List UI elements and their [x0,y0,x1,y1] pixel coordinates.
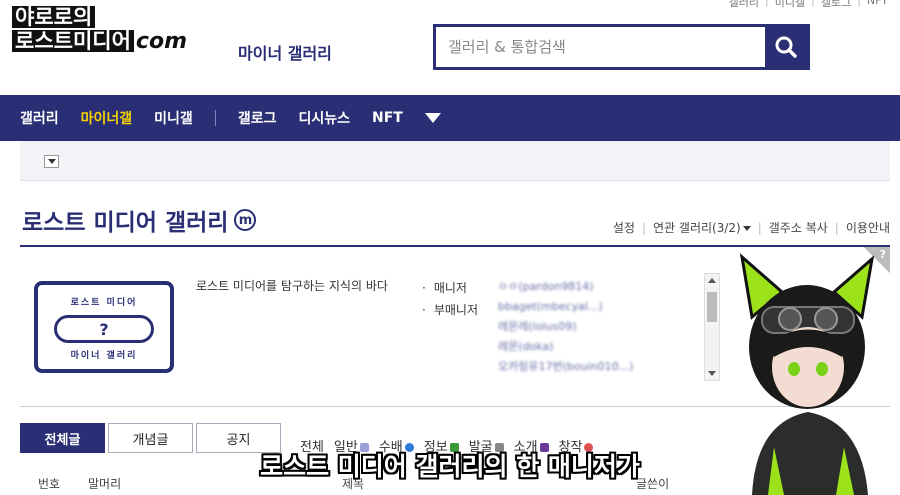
recent-visit-dropdown[interactable] [44,155,59,168]
question-mark: ? [99,319,109,339]
copy-address-link[interactable]: 갤주소 복사 [769,219,828,236]
minor-gallery-logo[interactable]: 마이너 갤러리 [238,40,332,64]
main-nav: 갤러리 마이너갤 미니갤 갤로그 디시뉴스 NFT [0,95,900,141]
manager-label: 매니저 [433,281,467,295]
related-gallery-link[interactable]: 연관 갤러리(3/2) [653,219,751,236]
manager-labels: · 매니저 · 부매니저 [422,281,478,317]
submanager-label: 부매니저 [433,303,478,317]
gallery-links: 설정 | 연관 갤러리(3/2) | 갤주소 복사 | 이용안내 [612,219,890,236]
cassette-bottom-label: 마이너 갤러리 [70,351,138,361]
top-link-gallog[interactable]: 갤로그 [821,0,851,10]
usage-guide-link[interactable]: 이용안내 [846,219,890,236]
cassette-top-label: 로스트 미디어 [70,298,138,308]
cassette-tape: ? [54,315,154,343]
settings-link[interactable]: 설정 [613,219,635,236]
minor-badge-icon: m [234,209,257,231]
manager-list: ㅇㅇ(pardon9814) bbaget(mbecyal...) 레몬레(lo… [498,277,633,377]
submanager-name[interactable]: bbaget(mbecyal...) [498,297,633,317]
channel-name: 야로로의 [12,6,96,28]
channel-logo: 야로로의 로스트미디어 com [12,6,187,53]
nav-more-icon[interactable] [424,113,441,123]
top-link-minigall[interactable]: 미니갤 [775,0,805,10]
nav-minor-gallery[interactable]: 마이너갤 [81,108,133,128]
nav-divider [214,110,216,126]
search-button[interactable] [765,27,807,67]
channel-brand: 로스트미디어 [12,30,134,52]
gallery-image: 로스트 미디어 ? 마이너 갤러리 [34,281,174,373]
nav-nft[interactable]: NFT [372,110,403,126]
nav-mini-gallery[interactable]: 미니갤 [154,108,193,128]
gallery-description: 로스트 미디어를 탐구하는 지식의 바다 [196,279,388,293]
sub-bar [20,141,890,181]
manager-name[interactable]: ㅇㅇ(pardon9814) [498,277,633,297]
gallery-title[interactable]: 로스트 미디어 갤러리 m [22,203,257,237]
submanager-name[interactable]: 레몬레(lolus09) [498,317,633,337]
gallery-title-text: 로스트 미디어 갤러리 [22,210,229,236]
nav-dcnews[interactable]: 디시뉴스 [298,108,350,128]
channel-com: com [135,29,188,55]
submanager-name[interactable]: 오카링유17번(bouin010...) [498,357,633,377]
video-caption: 로스트 미디어 갤러리의 한 매니저가 [260,452,640,481]
top-link-gallery[interactable]: 갤러리 [729,0,759,10]
chevron-down-icon [742,226,751,231]
submanager-name[interactable]: 레몬(doka) [498,337,633,357]
top-link-nft[interactable]: NFT [867,0,888,10]
chevron-down-icon [47,159,56,164]
nav-gallog[interactable]: 갤로그 [238,108,277,128]
nav-gallery[interactable]: 갤러리 [20,108,59,128]
search-icon [775,36,797,58]
top-links: 갤러리 | 미니갤 | 갤로그 | NFT [729,0,888,10]
search-input[interactable] [436,27,765,67]
search-box [433,24,810,70]
